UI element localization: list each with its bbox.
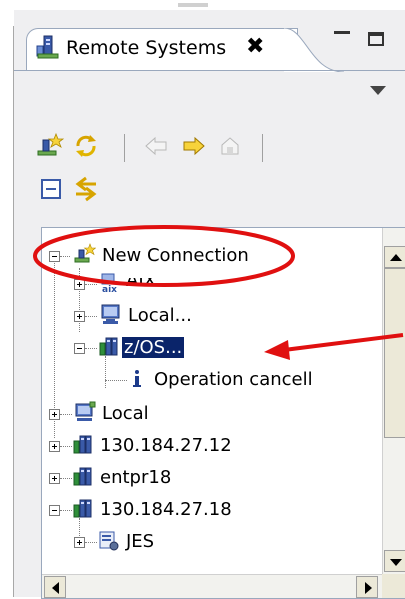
toolbar-separator	[124, 134, 125, 162]
workbench-top-bar-handle	[178, 3, 208, 7]
annotation-arrow	[264, 333, 404, 360]
toolbar-separator	[262, 134, 263, 162]
new-connection-icon[interactable]	[36, 132, 64, 160]
zos-server-icon	[73, 467, 92, 486]
tree-item-local[interactable]: Local	[42, 398, 382, 430]
workbench-left-edge	[0, 0, 14, 597]
remote-systems-view: Remote Systems ✖ New Connection aix AIX.…	[14, 10, 405, 599]
forward-arrow-icon[interactable]	[180, 132, 208, 160]
maximize-icon[interactable]	[368, 32, 384, 46]
scroll-up-button[interactable]	[384, 246, 405, 268]
scroll-right-button[interactable]	[356, 576, 378, 598]
info-icon	[133, 370, 141, 387]
refresh-icon[interactable]	[72, 132, 100, 160]
tree-item-label: JES	[126, 531, 155, 552]
toolbar	[14, 118, 405, 172]
scrollbar-corner	[382, 574, 405, 598]
tree-item-local-wizard[interactable]: Local...	[42, 300, 382, 332]
collapse-all-icon[interactable]	[38, 176, 66, 204]
expand-toggle[interactable]	[49, 441, 60, 452]
expand-toggle[interactable]	[74, 311, 85, 322]
zos-server-icon	[73, 435, 92, 454]
zos-server-icon	[73, 499, 92, 518]
close-icon[interactable]: ✖	[246, 34, 264, 59]
tree-item-label: z/OS...	[122, 337, 185, 358]
tree-item-label: 130.184.27.12	[100, 435, 232, 456]
zos-server-icon	[99, 337, 118, 356]
scroll-down-button[interactable]	[384, 550, 405, 572]
expand-toggle[interactable]	[74, 537, 85, 548]
remote-systems-icon	[36, 35, 59, 59]
vertical-scrollbar[interactable]	[382, 228, 405, 574]
jes-icon	[99, 531, 119, 551]
tree-item-host-130-184-27-12[interactable]: 130.184.27.12	[42, 430, 382, 462]
expand-toggle[interactable]	[49, 473, 60, 484]
home-icon[interactable]	[216, 132, 244, 160]
tree-item-label: entpr18	[100, 467, 172, 488]
tree-item-host-130-184-27-18[interactable]: 130.184.27.18	[42, 494, 382, 542]
minimize-icon[interactable]	[332, 28, 354, 46]
back-arrow-icon[interactable]	[142, 132, 170, 160]
tree-item-jes[interactable]: JES	[42, 526, 382, 558]
monitor-icon	[101, 304, 120, 324]
horizontal-scrollbar[interactable]	[42, 574, 382, 598]
local-system-icon	[75, 401, 96, 421]
view-header: Remote Systems ✖	[14, 10, 405, 72]
collapse-toggle[interactable]	[74, 343, 85, 354]
view-menu-icon[interactable]	[370, 86, 386, 95]
tree-item-label: Local...	[128, 305, 192, 326]
tree-item-label: Local	[102, 403, 149, 424]
view-title: Remote Systems	[66, 37, 227, 59]
scroll-left-button[interactable]	[44, 576, 66, 598]
header-divider	[14, 70, 405, 71]
expand-toggle[interactable]	[49, 409, 60, 420]
collapse-toggle[interactable]	[49, 505, 60, 516]
tree-item-label: Operation cancell	[154, 369, 313, 390]
tree-item-label: 130.184.27.18	[100, 499, 232, 520]
toolbar-secondary	[14, 170, 405, 210]
annotation-ellipse	[33, 225, 295, 287]
tree-item-host-entpr18[interactable]: entpr18	[42, 462, 382, 494]
link-with-editor-icon[interactable]	[72, 174, 100, 202]
